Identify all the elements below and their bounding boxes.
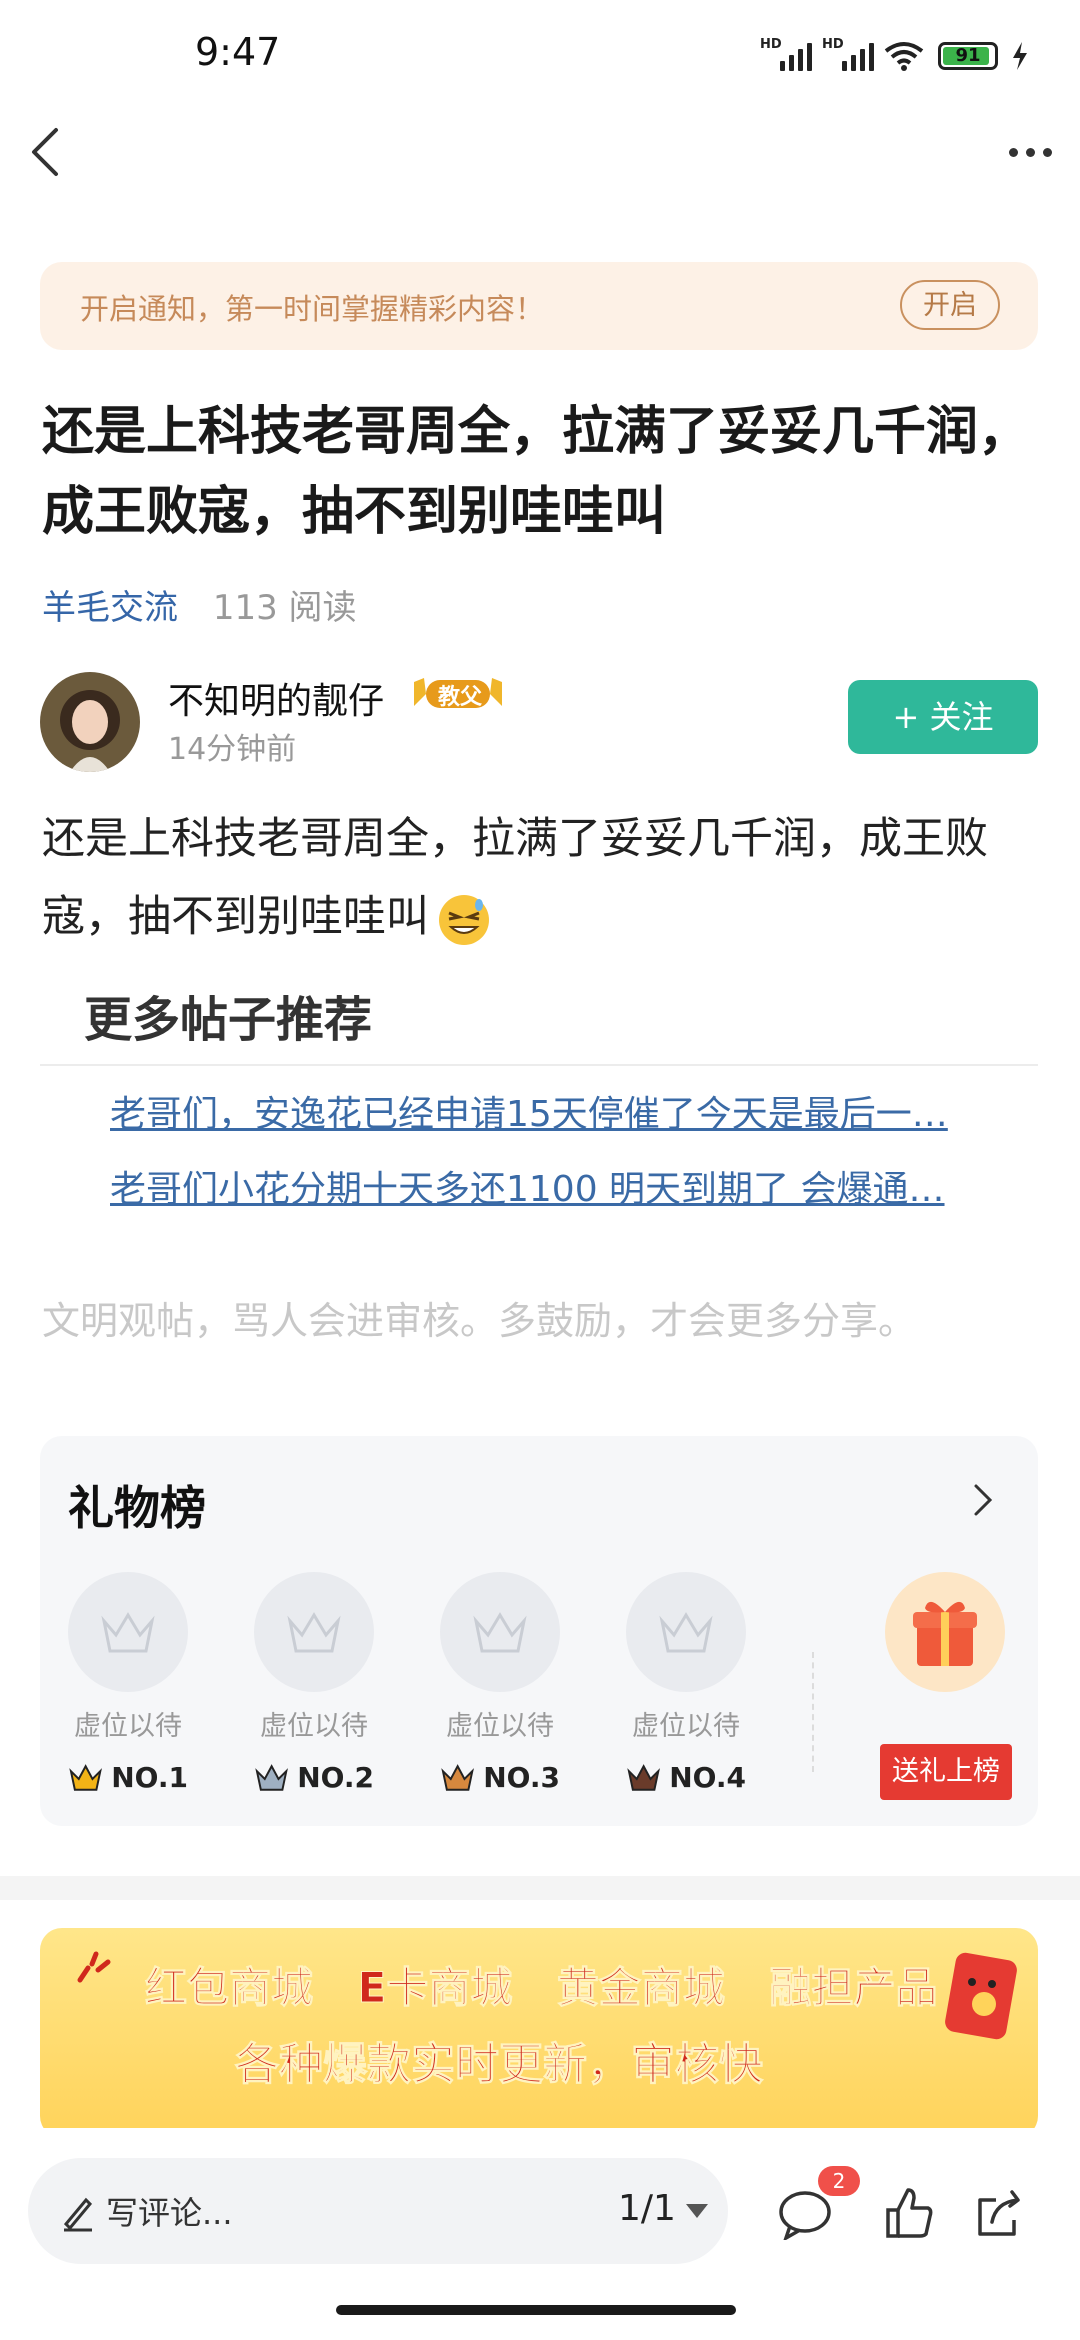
wifi-icon: [884, 42, 924, 71]
crown-icon: [255, 1763, 288, 1791]
battery-icon: 91: [938, 42, 998, 70]
status-icons: HD HD 91: [760, 37, 1028, 74]
caret-down-icon[interactable]: [684, 2202, 710, 2220]
gift-board: 礼物榜 虚位以待 NO.1 虚位以待 NO.2 虚位以待 NO.3 虚位以待 N…: [40, 1436, 1038, 1826]
pen-icon: [63, 2197, 93, 2232]
rank-label: NO.1: [111, 1761, 188, 1794]
signal-icon: HD: [760, 37, 812, 71]
comment-placeholder: 写评论...: [106, 2194, 233, 2232]
slot-label: 虚位以待: [446, 1711, 554, 1742]
promo-headline: 红包商城 E卡商城 黄金商城 融担产品: [145, 1963, 939, 2013]
divider: [40, 1064, 1038, 1066]
gift-slot[interactable]: 虚位以待 NO.1: [68, 1572, 188, 1794]
crown-icon: [627, 1763, 660, 1791]
recommended-post-link[interactable]: 老哥们，安逸花已经申请15天停催了今天是最后一…: [110, 1085, 1005, 1137]
grin-sweat-emoji-icon: [439, 894, 489, 945]
civility-notice: 文明观帖，骂人会进审核。多鼓励，才会更多分享。: [42, 1299, 917, 1343]
post-meta: 羊毛交流 113 阅读: [42, 580, 357, 629]
signal-icon: HD: [822, 37, 874, 71]
more-posts-title: 更多帖子推荐: [84, 992, 373, 1048]
rank-label: NO.4: [669, 1761, 746, 1794]
crown-icon: [441, 1763, 474, 1791]
slot-label: 虚位以待: [260, 1711, 368, 1742]
gift-board-title: 礼物榜: [68, 1481, 206, 1535]
rank-label: NO.2: [297, 1761, 374, 1794]
post-time: 14分钟前: [168, 732, 297, 767]
chevron-right-icon[interactable]: [968, 1480, 998, 1520]
battery-level: 91: [955, 45, 981, 66]
comment-bubble-icon[interactable]: [778, 2190, 832, 2240]
thumbs-up-icon[interactable]: [884, 2186, 934, 2240]
crown-outline-icon: [101, 1612, 155, 1653]
sparkle-icon: [77, 1951, 111, 1983]
slot-label: 虚位以待: [74, 1711, 182, 1742]
gift-circle[interactable]: [885, 1572, 1005, 1692]
rank-badge: 教父: [410, 676, 506, 712]
home-indicator[interactable]: [336, 2305, 736, 2315]
gift-box-icon: [913, 1601, 977, 1666]
notification-text: 开启通知，第一时间掌握精彩内容！: [80, 292, 545, 326]
crown-outline-icon: [287, 1612, 341, 1653]
divider: [812, 1652, 814, 1772]
status-time: 9:47: [195, 30, 281, 74]
gift-slot[interactable]: 虚位以待 NO.3: [440, 1572, 560, 1794]
crown-icon: [69, 1763, 102, 1791]
slot-label: 虚位以待: [632, 1711, 740, 1742]
follow-button[interactable]: + 关注: [848, 680, 1038, 754]
back-icon[interactable]: [22, 122, 82, 182]
badge-label: 教父: [438, 685, 483, 710]
section-divider: [0, 1876, 1080, 1900]
more-icon[interactable]: [1000, 132, 1060, 172]
author-name[interactable]: 不知明的靓仔: [168, 672, 384, 724]
promo-subline: 各种爆款实时更新，审核快: [235, 2039, 764, 2091]
enable-notification-button[interactable]: 开启: [900, 280, 1000, 330]
send-gift-button[interactable]: 送礼上榜: [880, 1744, 1012, 1800]
promo-banner[interactable]: 红包商城 E卡商城 黄金商城 融担产品 各种爆款实时更新，审核快: [40, 1928, 1038, 2138]
category-link[interactable]: 羊毛交流: [42, 588, 178, 628]
post-body: 还是上科技老哥周全，拉满了妥妥几千润，成王败寇，抽不到别哇哇叫: [42, 800, 1042, 956]
comment-input[interactable]: 写评论... 1/1: [28, 2158, 728, 2264]
comment-count-badge: 2: [818, 2166, 860, 2196]
read-count: 113 阅读: [212, 588, 357, 628]
red-envelope-mascot-icon: [945, 1952, 1017, 2040]
gift-slot[interactable]: 虚位以待 NO.2: [254, 1572, 374, 1794]
post-title: 还是上科技老哥周全，拉满了妥妥几千润，成王败寇，抽不到别哇哇叫: [42, 402, 1031, 542]
charging-icon: [1013, 42, 1027, 70]
rank-label: NO.3: [483, 1761, 560, 1794]
gift-slot[interactable]: 虚位以待 NO.4: [626, 1572, 746, 1794]
crown-outline-icon: [473, 1612, 527, 1653]
avatar[interactable]: [40, 672, 140, 772]
crown-outline-icon: [659, 1612, 713, 1653]
recommended-post-link[interactable]: 老哥们小花分期十天多还1100 明天到期了 会爆通…: [110, 1160, 1005, 1212]
page-indicator[interactable]: 1/1: [618, 2188, 676, 2229]
post-body-text: 还是上科技老哥周全，拉满了妥妥几千润，成王败寇，抽不到别哇哇叫: [42, 814, 988, 942]
share-icon[interactable]: [974, 2186, 1028, 2240]
notification-banner: 开启通知，第一时间掌握精彩内容！ 开启: [40, 262, 1038, 350]
